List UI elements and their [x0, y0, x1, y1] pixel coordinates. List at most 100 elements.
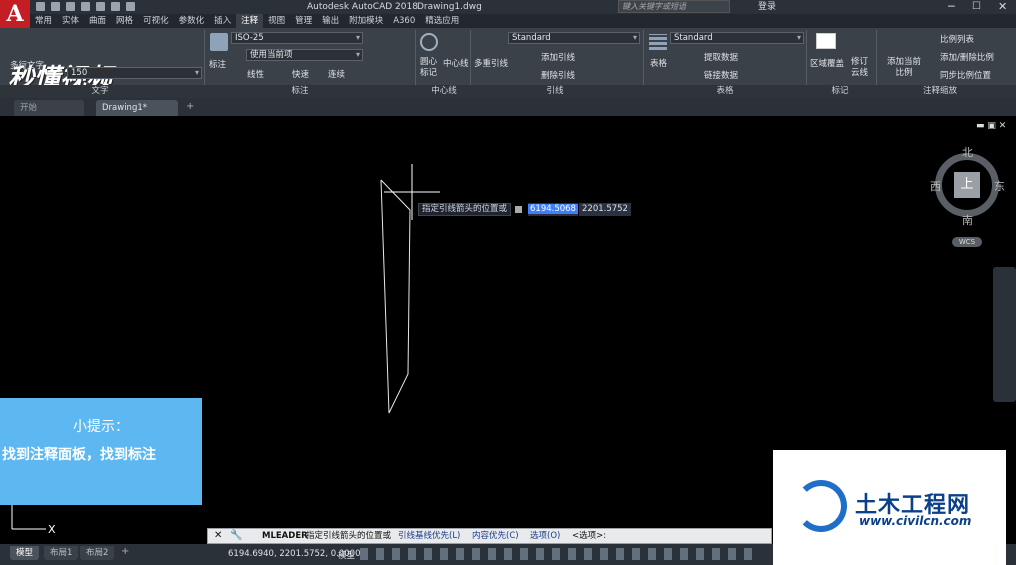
drawn-polyline [380, 179, 411, 414]
menu-tab[interactable]: 实体 [57, 14, 84, 28]
x-coordinate-input[interactable]: 6194.5068 [528, 203, 578, 216]
menu-tab[interactable]: 管理 [290, 14, 317, 28]
viewcube[interactable]: 上 北 南 东 西 [930, 144, 1005, 228]
x-value[interactable]: 6194.5068 [528, 204, 578, 214]
linear-button[interactable]: 线性 [247, 68, 264, 80]
dynamic-input-prompt: 指定引线箭头的位置或 [418, 203, 511, 216]
title-bar: Autodesk AutoCAD 2018 Drawing1.dwg 键入关键字… [0, 0, 1016, 14]
panel-label-text[interactable]: 文字 [70, 85, 130, 98]
tab-drawing1[interactable]: Drawing1* [96, 100, 178, 116]
add-delete-scale-button[interactable]: 添加/删除比例 [940, 51, 994, 63]
command-default: <选项>: [572, 531, 607, 541]
tab-model[interactable]: 模型 [10, 546, 40, 560]
dim-layer-combo[interactable]: 使用当前项 [246, 49, 363, 61]
table-style-combo[interactable]: Standard [670, 32, 804, 44]
remove-leader-button[interactable]: 删除引线 [541, 69, 575, 81]
mtext-button[interactable]: 多行文字 [10, 59, 44, 71]
sync-scale-button[interactable]: 同步比例位置 [940, 69, 991, 81]
option-content-first[interactable]: 内容优先(C) [472, 529, 519, 543]
close-icon[interactable]: ✕ [998, 0, 1007, 14]
compass-north[interactable]: 北 [962, 144, 973, 160]
brand-logo: 土木工程网 www.civilcn.com [773, 450, 1006, 565]
tab-layout2[interactable]: 布局2 [80, 546, 115, 560]
leader-style-combo[interactable]: Standard [508, 32, 640, 44]
wipeout-icon[interactable] [816, 33, 836, 49]
application-button[interactable]: A [0, 0, 30, 28]
panel-label-markup: 标记 [831, 86, 849, 96]
table-button[interactable]: 表格 [650, 57, 667, 69]
add-layout-icon[interactable]: + [121, 546, 129, 557]
extract-data-button[interactable]: 提取数据 [704, 51, 738, 63]
panel-label-dim[interactable]: 标注 [270, 85, 330, 98]
add-leader-button[interactable]: 添加引线 [541, 51, 575, 63]
panel-label-bar [0, 85, 1016, 98]
wcs-menu[interactable]: WCS [952, 237, 982, 247]
search-input[interactable]: 键入关键字或短语 [618, 0, 730, 13]
menu-tab[interactable]: 精选应用 [420, 14, 464, 28]
menu-tab[interactable]: 参数化 [174, 14, 210, 28]
tip-body: 找到注释面板，找到标注 [2, 447, 156, 463]
link-data-button[interactable]: 链接数据 [704, 69, 738, 81]
menu-tab[interactable]: 可视化 [138, 14, 174, 28]
y-coordinate-input[interactable]: 2201.5752 [579, 203, 631, 216]
close-cmd-icon[interactable]: ✕ [214, 529, 222, 543]
menu-tab[interactable]: 网格 [111, 14, 138, 28]
panel-label-leader[interactable]: 引线 [530, 85, 580, 98]
compass-east[interactable]: 东 [994, 178, 1005, 194]
ribbon-tabs: 常用 实体 曲面 网格 可视化 参数化 插入 注释 视图 管理 输出 附加模块 A360 精选应用 [30, 14, 1016, 28]
option-baseline-first[interactable]: 引线基线优先(L) [398, 529, 460, 543]
table-icon[interactable] [649, 34, 667, 50]
brand-emblem-icon [795, 480, 847, 532]
tip-panel: 小提示： 找到注释面板，找到标注 [0, 398, 202, 505]
navigation-bar[interactable] [993, 267, 1016, 402]
option-options[interactable]: 选项(O) [530, 529, 560, 543]
menu-tab[interactable]: 注释 [236, 14, 264, 28]
panel-label-table[interactable]: 表格 [700, 85, 750, 98]
multileader-button[interactable]: 多重引线 [474, 57, 508, 69]
file-name: Drawing1.dwg [417, 2, 482, 12]
text-height-combo[interactable]: 150 [67, 67, 202, 79]
login-link[interactable]: 登录 [758, 0, 776, 14]
model-space-button[interactable]: 模型 [338, 549, 355, 561]
menu-tab[interactable]: 视图 [263, 14, 290, 28]
new-tab-icon[interactable]: + [186, 101, 194, 112]
command-prompt: 指定引线箭头的位置或 [306, 531, 392, 541]
quick-button[interactable]: 快速 [292, 68, 309, 80]
center-mark-icon[interactable] [420, 33, 438, 51]
quick-access-toolbar[interactable] [36, 2, 141, 14]
scale-list-button[interactable]: 比例列表 [940, 33, 974, 45]
tip-heading: 小提示： [73, 419, 129, 435]
menu-tab[interactable]: 常用 [30, 14, 57, 28]
menu-tab[interactable]: 曲面 [84, 14, 111, 28]
dim-style-combo[interactable]: ISO-25 [231, 32, 363, 44]
panel-label-center: 中心线 [431, 86, 457, 96]
dropdown-arrow-icon[interactable] [515, 206, 522, 213]
viewcube-top-face[interactable]: 上 [954, 172, 980, 198]
minimize-icon[interactable]: ─ [948, 0, 955, 14]
viewport-controls[interactable]: ▬ ▣ ✕ [976, 121, 1006, 131]
maximize-icon[interactable]: ☐ [972, 0, 981, 14]
command-line[interactable]: ✕ 🔧 MLEADER 指定引线箭头的位置或 引线基线优先(L) 内容优先(C)… [207, 528, 772, 544]
menu-tab[interactable]: 输出 [317, 14, 344, 28]
compass-south[interactable]: 南 [962, 212, 973, 228]
add-current-scale-button[interactable]: 添加当前比例 [885, 57, 923, 79]
revcloud-button[interactable]: 修订云线 [851, 57, 871, 79]
centerline-button[interactable]: 中心线 [443, 57, 469, 69]
wipeout-button[interactable]: 区域覆盖 [810, 57, 844, 69]
ucs-x-label: X [48, 523, 56, 536]
menu-tab[interactable]: 插入 [209, 14, 236, 28]
command-name: MLEADER [262, 531, 308, 541]
status-toggle-icons[interactable] [360, 548, 760, 560]
dimension-icon[interactable] [210, 33, 228, 51]
menu-tab[interactable]: A360 [388, 14, 420, 28]
tab-start[interactable]: 开始 [14, 100, 84, 116]
menu-tab[interactable]: 附加模块 [344, 14, 388, 28]
brand-url: www.civilcn.com [859, 514, 972, 528]
panel-label-scale: 注释缩放 [922, 86, 957, 96]
dim-button[interactable]: 标注 [209, 58, 226, 70]
wrench-icon[interactable]: 🔧 [230, 529, 242, 543]
compass-west[interactable]: 西 [930, 178, 941, 194]
tab-layout1[interactable]: 布局1 [44, 546, 79, 560]
continue-button[interactable]: 连续 [328, 68, 345, 80]
center-mark-button[interactable]: 圆心标记 [420, 57, 438, 79]
